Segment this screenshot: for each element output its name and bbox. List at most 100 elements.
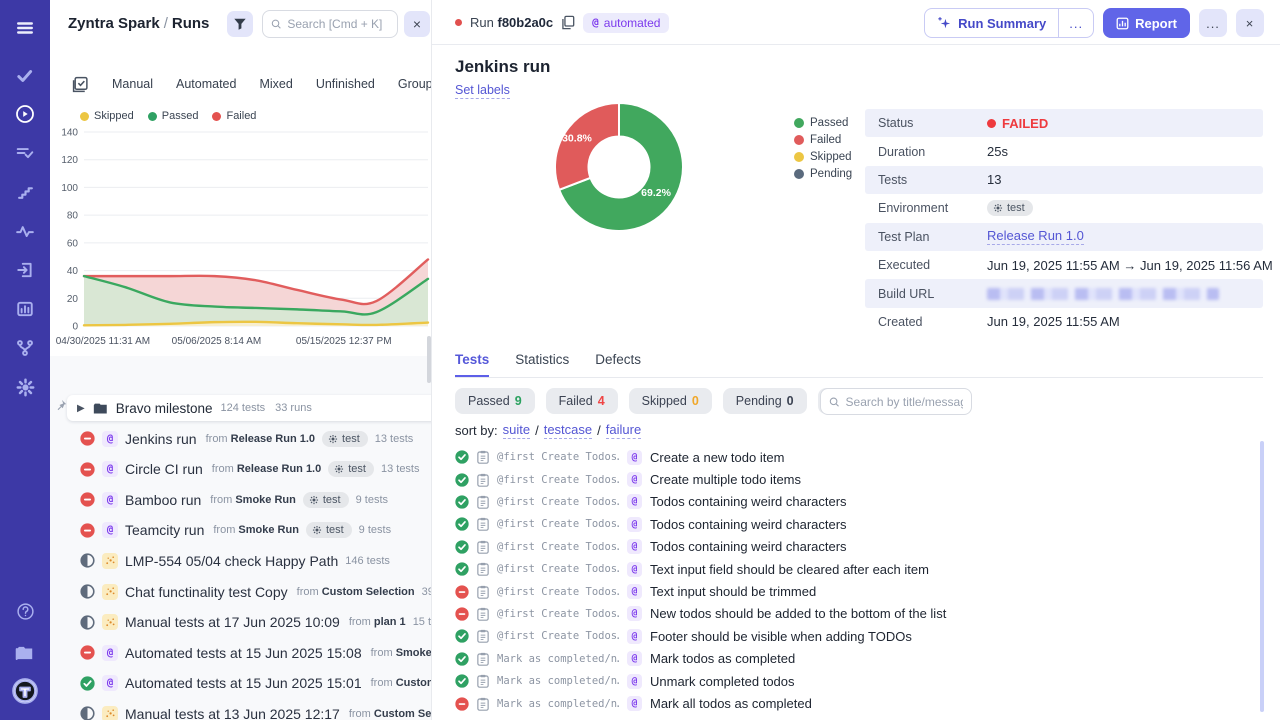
filter-pending[interactable]: Pending0	[723, 388, 807, 414]
more-options-button[interactable]: ...	[1199, 9, 1227, 37]
test-row[interactable]: Mark as completed/n…@Mark all todos as c…	[455, 692, 1245, 714]
test-suite: @first Create Todos…	[497, 451, 619, 463]
tests-search[interactable]	[820, 388, 972, 415]
run-from: from Custom Selection	[349, 708, 432, 720]
automated-badge[interactable]: @ automated	[583, 13, 669, 33]
steps-icon[interactable]	[0, 175, 50, 209]
filter-button[interactable]	[227, 11, 253, 37]
left-scrollbar[interactable]	[427, 336, 431, 383]
tests-scrollbar[interactable]	[1260, 441, 1264, 712]
svg-text:80: 80	[67, 211, 79, 222]
run-summary-more-button[interactable]: ...	[1058, 9, 1093, 37]
tab-tests[interactable]: Tests	[455, 352, 489, 377]
clipboard-icon	[477, 674, 489, 688]
run-row[interactable]: @Automated tests at 15 Jun 2025 15:08fro…	[50, 637, 432, 668]
runs-tab-mixed[interactable]: Mixed	[259, 77, 292, 91]
chevron-right-icon[interactable]: ▶	[77, 403, 85, 414]
report-button[interactable]: Report	[1103, 8, 1190, 38]
breadcrumb-project[interactable]: Zyntra Spark	[68, 15, 160, 32]
manual-burst-icon	[105, 708, 116, 719]
sort-by-suite[interactable]: suite	[503, 422, 530, 439]
test-row[interactable]: @first Create Todos…@Todos containing we…	[455, 491, 1245, 513]
gear-icon[interactable]	[0, 370, 50, 404]
run-row[interactable]: Manual tests at 17 Jun 2025 10:09from pl…	[50, 607, 432, 638]
run-summary-button[interactable]: Run Summary	[925, 9, 1058, 37]
multi-select-icon[interactable]	[72, 76, 89, 93]
run-row[interactable]: @Circle CI runfrom Release Run 1.0test13…	[50, 454, 432, 485]
runs-search-input[interactable]	[287, 17, 389, 31]
run-tests-count: 13 tests	[381, 463, 420, 475]
run-row[interactable]: @Teamcity runfrom Smoke Runtest9 tests	[50, 515, 432, 546]
bar-chart-icon[interactable]	[0, 292, 50, 326]
tests-search-input[interactable]	[846, 395, 963, 409]
milestone-folder-row[interactable]: ▶ Bravo milestone 124 tests 33 runs	[67, 395, 432, 421]
created-value: Jun 19, 2025 11:55 AM	[987, 314, 1120, 329]
runs-tab-groups[interactable]: Groups	[398, 77, 432, 91]
list-check-icon[interactable]	[0, 136, 50, 170]
play-circle-icon[interactable]	[0, 97, 50, 131]
svg-text:20: 20	[67, 294, 79, 305]
run-row[interactable]: @Jenkins runfrom Release Run 1.0test13 t…	[50, 423, 432, 454]
run-row[interactable]: Chat functinality test Copyfrom Custom S…	[50, 576, 432, 607]
legend-item-passed: Passed	[148, 110, 199, 122]
logo[interactable]	[0, 674, 50, 708]
runs-tab-unfinished[interactable]: Unfinished	[316, 77, 375, 91]
funnel-icon	[233, 17, 247, 31]
help-icon[interactable]	[0, 594, 50, 628]
copy-icon[interactable]	[561, 15, 575, 30]
failed-icon	[455, 697, 469, 711]
test-row[interactable]: @first Create Todos…@Todos containing we…	[455, 513, 1245, 535]
panel-close-button[interactable]: ×	[404, 11, 430, 37]
test-row[interactable]: Mark as completed/n…@Unmark completed to…	[455, 670, 1245, 692]
test-row[interactable]: @first Create Todos…@Footer should be vi…	[455, 625, 1245, 647]
failed-icon	[455, 585, 469, 599]
automated-test-icon: @	[627, 539, 642, 554]
test-suite: @first Create Todos…	[497, 586, 619, 598]
gear-icon	[334, 464, 344, 474]
menu-icon[interactable]	[0, 11, 50, 45]
test-title: Unmark completed todos	[650, 674, 795, 689]
environment-badge[interactable]: test	[987, 200, 1033, 216]
test-title: Create a new todo item	[650, 450, 784, 465]
pulse-icon[interactable]	[0, 214, 50, 248]
import-icon[interactable]	[0, 253, 50, 287]
run-row[interactable]: Manual tests at 13 Jun 2025 12:17from Cu…	[50, 698, 432, 720]
test-title: Create multiple todo items	[650, 472, 801, 487]
test-suite: @first Create Todos…	[497, 630, 619, 642]
tab-statistics[interactable]: Statistics	[515, 352, 569, 377]
gear-icon	[993, 203, 1003, 213]
run-row[interactable]: @Bamboo runfrom Smoke Runtest9 tests	[50, 484, 432, 515]
test-row[interactable]: @first Create Todos…@Text input field sh…	[455, 558, 1245, 580]
branch-icon[interactable]	[0, 331, 50, 365]
set-labels-link[interactable]: Set labels	[455, 83, 510, 99]
failed-icon	[80, 523, 95, 538]
manual-run-icon	[102, 584, 118, 600]
run-row[interactable]: @Automated tests at 15 Jun 2025 15:01fro…	[50, 668, 432, 699]
test-row[interactable]: @first Create Todos…@Create multiple tod…	[455, 468, 1245, 490]
test-row[interactable]: @first Create Todos…@Text input should b…	[455, 580, 1245, 602]
runs-tab-manual[interactable]: Manual	[112, 77, 153, 91]
sort-by-failure[interactable]: failure	[606, 422, 641, 439]
sort-by-testcase[interactable]: testcase	[544, 422, 592, 439]
runs-tab-automated[interactable]: Automated	[176, 77, 236, 91]
run-row[interactable]: LMP-554 05/04 check Happy Path146 tests	[50, 545, 432, 576]
test-row[interactable]: Mark as completed/n…@Mark todos as compl…	[455, 648, 1245, 670]
filter-failed[interactable]: Failed4	[546, 388, 618, 414]
manual-run-icon	[102, 706, 118, 720]
test-suite: Mark as completed/n…	[497, 653, 619, 665]
folder-icon[interactable]	[0, 636, 50, 670]
detail-row-tests: Tests 13	[865, 166, 1263, 194]
filter-passed[interactable]: Passed9	[455, 388, 535, 414]
test-row[interactable]: @first Create Todos…@Create a new todo i…	[455, 446, 1245, 468]
close-run-button[interactable]: ×	[1236, 9, 1264, 37]
passed-icon	[455, 540, 469, 554]
test-plan-link[interactable]: Release Run 1.0	[987, 228, 1084, 245]
tab-defects[interactable]: Defects	[595, 352, 641, 377]
test-title: New todos should be added to the bottom …	[650, 606, 946, 621]
filter-skipped[interactable]: Skipped0	[629, 388, 712, 414]
check-icon[interactable]	[0, 59, 50, 93]
test-row[interactable]: @first Create Todos…@New todos should be…	[455, 603, 1245, 625]
test-row[interactable]: @first Create Todos…@Todos containing we…	[455, 536, 1245, 558]
runs-search[interactable]	[262, 10, 398, 38]
environment-badge: test	[303, 492, 349, 508]
